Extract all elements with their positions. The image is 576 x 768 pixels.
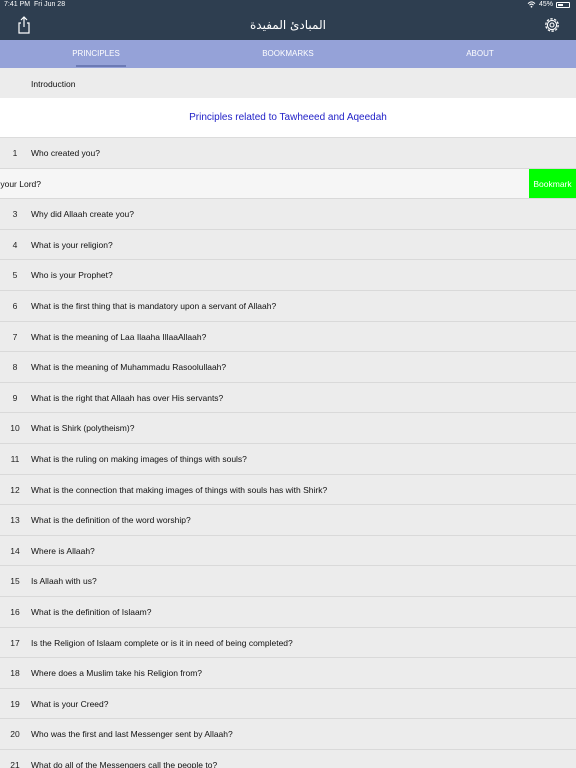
item-question: Who was the first and last Messenger sen…: [31, 729, 233, 740]
item-question: What is Shirk (polytheism)?: [31, 423, 135, 434]
item-question: What is the right that Allaah has over H…: [31, 392, 224, 403]
item-question: What is the ruling on making images of t…: [31, 454, 247, 464]
item-number: 8: [12, 362, 18, 373]
bookmark-button[interactable]: Bookmark: [529, 168, 576, 199]
item-question: What is the meaning of Laa Ilaaha IllaaA…: [31, 331, 207, 342]
item-number: 4: [12, 239, 18, 250]
list-item[interactable]: 8 What is the meaning of Muhammadu Rasool…: [0, 352, 576, 383]
battery-fill: [558, 3, 563, 6]
status-time: 7:41 PM Fri Jun 28: [4, 1, 65, 8]
introduction-label: Introduction: [31, 79, 76, 89]
list-item[interactable]: 18 Where does a Muslim take his Religion …: [0, 658, 576, 689]
item-number: 18: [10, 668, 20, 679]
item-number: 6: [12, 301, 18, 311]
list-item[interactable]: 16 What is the definition of Islaam?: [0, 597, 576, 628]
item-number: 16: [10, 607, 20, 617]
list-item[interactable]: 14 Where is Allaah?: [0, 535, 576, 567]
item-number: 1: [12, 148, 18, 158]
item-number: 17: [10, 637, 20, 648]
item-question: Is Allaah with us?: [31, 576, 97, 587]
item-question: What is the first thing that is mandator…: [31, 301, 277, 311]
app-title: المبادئ المفيدة: [250, 18, 326, 32]
wifi-icon: [527, 1, 536, 8]
item-number: 3: [12, 209, 18, 220]
item-number: 7: [12, 331, 18, 342]
list-item[interactable]: 20 Who was the first and last Messenger s…: [0, 719, 576, 750]
item-question: What is your Creed?: [31, 698, 109, 709]
item-number: 21: [10, 760, 20, 768]
tab-bar: PRINCIPLES BOOKMARKS ABOUT: [0, 40, 576, 68]
status-date-text: Fri Jun 28: [33, 1, 66, 8]
list-item[interactable]: 6 What is the first thing that is mandato…: [0, 291, 576, 322]
principles-list: Introduction Principles related to Tawhe…: [0, 68, 576, 768]
item-question: Who is your Lord?: [0, 178, 41, 189]
list-item[interactable]: 10 What is Shirk (polytheism)?: [0, 413, 576, 444]
item-question: Who created you?: [31, 148, 100, 158]
list-item[interactable]: 19 What is your Creed?: [0, 688, 576, 720]
item-question: What is the definition of Islaam?: [31, 607, 152, 617]
item-number: 12: [10, 484, 20, 495]
item-question: What is the definition of the word worsh…: [31, 515, 191, 526]
list-item[interactable]: 17 Is the Religion of Islaam complete or …: [0, 627, 576, 659]
item-question: What is your religion?: [31, 239, 113, 250]
battery-icon: [556, 1, 570, 8]
section-header: Principles related to Tawheeed and Aqeed…: [0, 98, 576, 138]
status-bar: 7:41 PM Fri Jun 28 45%: [0, 0, 576, 10]
introduction-row[interactable]: Introduction: [0, 68, 576, 98]
item-number: 15: [10, 576, 20, 587]
status-right: 45%: [527, 1, 570, 8]
list-item[interactable]: 5 Who is your Prophet?: [0, 260, 576, 291]
item-question: What do all of the Messengers call the p…: [31, 760, 218, 768]
item-question: Who is your Prophet?: [31, 270, 113, 281]
item-number: 19: [10, 698, 20, 709]
item-question: Where is Allaah?: [31, 545, 95, 556]
list-item[interactable]: 3 Why did Allaah create you?: [0, 199, 576, 230]
tab-about[interactable]: ABOUT: [384, 40, 576, 68]
list-item[interactable]: 9 What is the right that Allaah has over …: [0, 382, 576, 414]
status-time-text: 7:41 PM: [4, 1, 31, 8]
item-question: What is the meaning of Muhammadu Rasoolu…: [31, 362, 227, 373]
item-number: 14: [10, 545, 20, 556]
item-question: Is the Religion of Islaam complete or is…: [31, 637, 293, 648]
list-item[interactable]: 11 What is the ruling on making images of…: [0, 444, 576, 475]
item-question: What is the connection that making image…: [31, 484, 328, 495]
list-item[interactable]: 21 What do all of the Messengers call the…: [0, 750, 576, 768]
item-number: 11: [10, 454, 20, 464]
item-question: Where does a Muslim take his Religion fr…: [31, 668, 203, 679]
list-item[interactable]: Who is your Lord? Bookmark: [0, 168, 576, 200]
list-item[interactable]: 12 What is the connection that making ima…: [0, 474, 576, 506]
list-item[interactable]: 7 What is the meaning of Laa Ilaaha Illaa…: [0, 321, 576, 353]
item-number: 13: [10, 515, 20, 526]
tab-bookmarks[interactable]: BOOKMARKS: [192, 40, 384, 68]
item-number: 20: [10, 729, 20, 740]
list-item[interactable]: 13 What is the definition of the word wor…: [0, 505, 576, 536]
list-item[interactable]: 15 Is Allaah with us?: [0, 566, 576, 597]
battery-percent: 45%: [538, 1, 553, 8]
item-number: 5: [12, 270, 18, 281]
list-item[interactable]: 4 What is your religion?: [0, 229, 576, 261]
gear-icon[interactable]: [542, 15, 562, 35]
item-number: 9: [12, 392, 18, 403]
item-question: Why did Allaah create you?: [31, 209, 135, 220]
list-item[interactable]: 1 Who created you?: [0, 138, 576, 169]
tab-principles[interactable]: PRINCIPLES: [0, 40, 192, 68]
item-number: 10: [10, 423, 20, 434]
navigation-bar: المبادئ المفيدة: [0, 10, 576, 40]
